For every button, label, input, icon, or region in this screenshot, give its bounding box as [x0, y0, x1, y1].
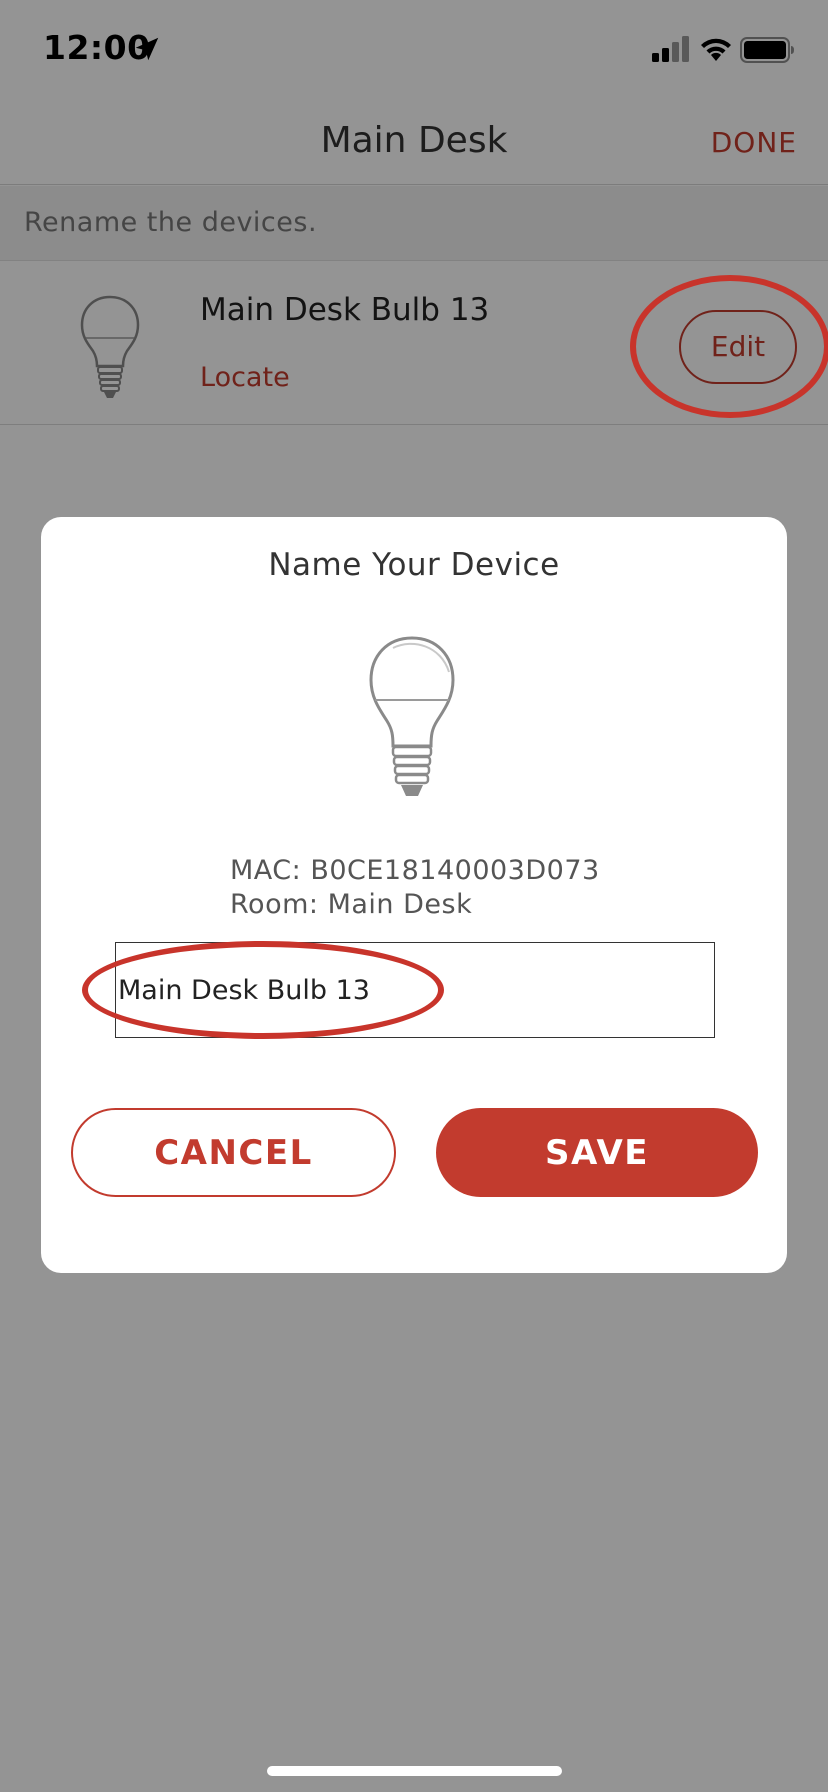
rename-device-dialog: Name Your Device MAC: B0CE18140003D073 R…: [41, 517, 787, 1273]
dialog-title: Name Your Device: [268, 547, 560, 583]
name-field-highlight-annotation: [82, 941, 444, 1039]
mac-address: MAC: B0CE18140003D073: [230, 855, 600, 886]
edit-highlight-annotation: [630, 275, 828, 418]
cancel-button[interactable]: CANCEL: [71, 1108, 396, 1197]
home-indicator[interactable]: [267, 1766, 562, 1776]
save-button[interactable]: SAVE: [436, 1108, 758, 1197]
room-label: Room: Main Desk: [230, 889, 473, 920]
light-bulb-icon: [369, 636, 455, 796]
